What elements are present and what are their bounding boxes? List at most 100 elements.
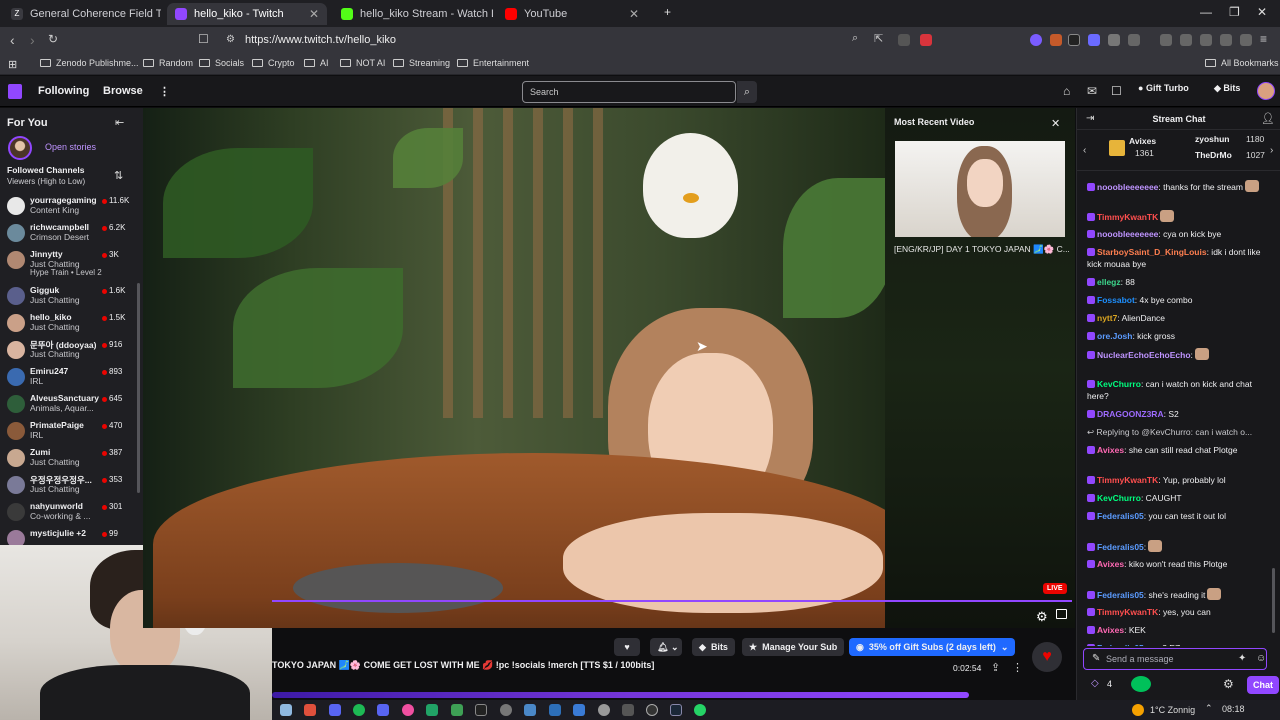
hype-heart-icon[interactable]: ♥ [1032,642,1062,672]
url-field[interactable]: https://www.twitch.tv/hello_kiko [245,34,396,46]
chat-username[interactable]: TimmyKwanTK [1097,475,1158,485]
steam-icon[interactable] [670,704,682,716]
extension-icon[interactable] [1088,34,1100,46]
twitch-logo-icon[interactable] [8,84,22,99]
player-progress-bar[interactable] [272,600,1072,602]
reload-icon[interactable]: ↻ [48,32,58,46]
browser-tab-3[interactable]: YouTube ✕ [497,3,647,25]
sort-icon[interactable]: ⇅ [114,169,123,182]
chat-username[interactable]: Avixes [1097,445,1124,455]
chevron-right-icon[interactable]: › [1270,145,1273,156]
community-icon[interactable]: 👤︎ [1261,112,1275,125]
bookmark-folder[interactable]: Zenodo Publishme... [40,58,139,68]
sidebar-scrollbar[interactable] [137,283,140,493]
followed-channel[interactable]: PrimatePaige IRL 470 [0,419,143,446]
gift-turbo-button[interactable]: ● Gift Turbo [1138,83,1189,93]
discord-icon[interactable] [377,704,389,716]
browser-tab-0[interactable]: Z General Coherence Field Theory (GC [3,3,161,25]
ai-icon[interactable] [1220,34,1232,46]
site-info-icon[interactable]: ⚙ [226,34,235,45]
horizontal-scrollbar[interactable] [272,692,969,698]
bookmark-folder[interactable]: AI [304,58,329,68]
chat-settings-gear-icon[interactable]: ⚙ [1223,677,1234,691]
more-menu-icon[interactable]: ⋮ [159,85,170,98]
menu-icon[interactable]: ≡ [1260,32,1267,46]
chat-input[interactable]: ✎ Send a message ✦ ☺ [1083,648,1267,670]
recent-video-thumbnail[interactable] [895,141,1065,237]
share-icon[interactable]: ⇱ [874,32,883,45]
bits-button[interactable]: ◆ Bits [1214,83,1240,94]
followed-channel[interactable]: 문뚜아 (ddooyaa) Just Chatting 916 [0,338,143,365]
followed-channel[interactable]: Emiru247 IRL 893 [0,365,143,392]
leaderboard-entry[interactable]: TheDrMo [1195,150,1232,160]
followed-channel[interactable]: 우정우정우정우... Just Chatting 353 [0,473,143,500]
following-link[interactable]: Following [38,85,89,97]
followed-channel[interactable]: Zumi Just Chatting 387 [0,446,143,473]
followed-channel[interactable]: hello_kiko Just Chatting 1.5K [0,311,143,338]
followed-channel[interactable]: Jinnytty Just Chatting 3K Hype Train • Leve… [0,248,143,277]
leaderboard-entry[interactable]: zyoshun [1195,134,1229,144]
vpn-icon[interactable] [1240,34,1252,46]
share-icon[interactable]: ⇪ [991,661,1000,674]
chat-username[interactable]: Federalis05 [1097,542,1144,552]
emote-picker-icon[interactable]: ☺ [1256,653,1266,664]
bookmark-folder[interactable]: Random [143,58,193,68]
bookmark-folder[interactable]: Streaming [393,58,450,68]
bits-cheer-button[interactable]: ◆ Bits [692,638,735,656]
theatre-mode-icon[interactable] [1056,609,1067,619]
app-icon[interactable] [622,704,634,716]
chat-settings-icon[interactable]: ✎ [1092,653,1100,664]
chat-username[interactable]: StarboySaint_D_KingLouis [1097,247,1207,257]
extension-icon[interactable] [1068,34,1080,46]
chat-username[interactable]: ore.Josh [1097,331,1132,341]
chat-username[interactable]: DRAGOONZ3RA [1097,409,1164,419]
app-icon[interactable] [573,704,585,716]
tray-chevron-icon[interactable]: ⌃ [1205,703,1213,714]
wallet-icon[interactable] [1200,34,1212,46]
video-player[interactable]: ➤ [143,108,885,628]
chat-username[interactable]: TimmyKwanTK [1097,607,1158,617]
manage-sub-button[interactable]: ★ Manage Your Sub [742,638,845,656]
chat-username[interactable]: NuclearEchoEchoEcho [1097,350,1191,360]
chat-username[interactable]: Federalis05 [1097,643,1144,646]
app-icon[interactable] [500,704,512,716]
notifications-button[interactable]: 🔔︎ ⌄ [650,638,682,656]
extension-icon[interactable] [1030,34,1042,46]
browser-tab-1[interactable]: hello_kiko - Twitch ✕ [167,3,327,25]
obs-icon[interactable] [646,704,658,716]
weather-widget[interactable]: 1°C Zonnig [1132,704,1195,716]
whatsapp-icon[interactable] [694,704,706,716]
chat-username[interactable]: nooobleeeeeee [1097,229,1158,239]
drops-icon[interactable]: ⌂ [1063,84,1070,98]
channel-points-icon[interactable]: ◇ [1091,678,1099,689]
brave-icon[interactable] [304,704,316,716]
chevron-left-icon[interactable]: ‹ [1083,145,1086,156]
chat-scrollbar[interactable] [1272,568,1275,633]
close-tab-icon[interactable]: ✕ [629,7,639,21]
close-tab-icon[interactable]: ✕ [309,7,319,21]
back-icon[interactable]: ‹ [10,32,15,48]
chat-username[interactable]: Avixes [1097,625,1124,635]
app-icon[interactable] [524,704,536,716]
app-icon[interactable] [549,704,561,716]
magic-icon[interactable]: ✦ [1238,653,1246,664]
app-icon[interactable] [426,704,438,716]
recent-video-caption[interactable]: [ENG/KR/JP] DAY 1 TOKYO JAPAN 🗾🌸 C... [894,244,1070,255]
sidebar-icon[interactable] [1180,34,1192,46]
terminal-icon[interactable] [475,704,487,716]
chat-username[interactable]: Avixes [1097,559,1124,569]
follow-heart-button[interactable]: ♥ [614,638,640,656]
chat-username[interactable]: TimmyKwanTK [1097,212,1158,222]
minimize-icon[interactable]: — [1200,5,1212,19]
stories-avatar[interactable] [8,136,32,160]
chat-username[interactable]: Fossabot [1097,295,1135,305]
browse-link[interactable]: Browse [103,85,143,97]
settings-gear-icon[interactable]: ⚙ [1036,609,1048,625]
chat-username[interactable]: ellegz [1097,277,1121,287]
chat-username[interactable]: KevChurro [1097,493,1141,503]
whispers-icon[interactable]: ☐ [1111,84,1122,98]
search-input[interactable]: Search [522,81,736,103]
app-icon[interactable] [598,704,610,716]
close-window-icon[interactable]: ✕ [1257,5,1267,19]
extension-icon[interactable] [1050,34,1062,46]
